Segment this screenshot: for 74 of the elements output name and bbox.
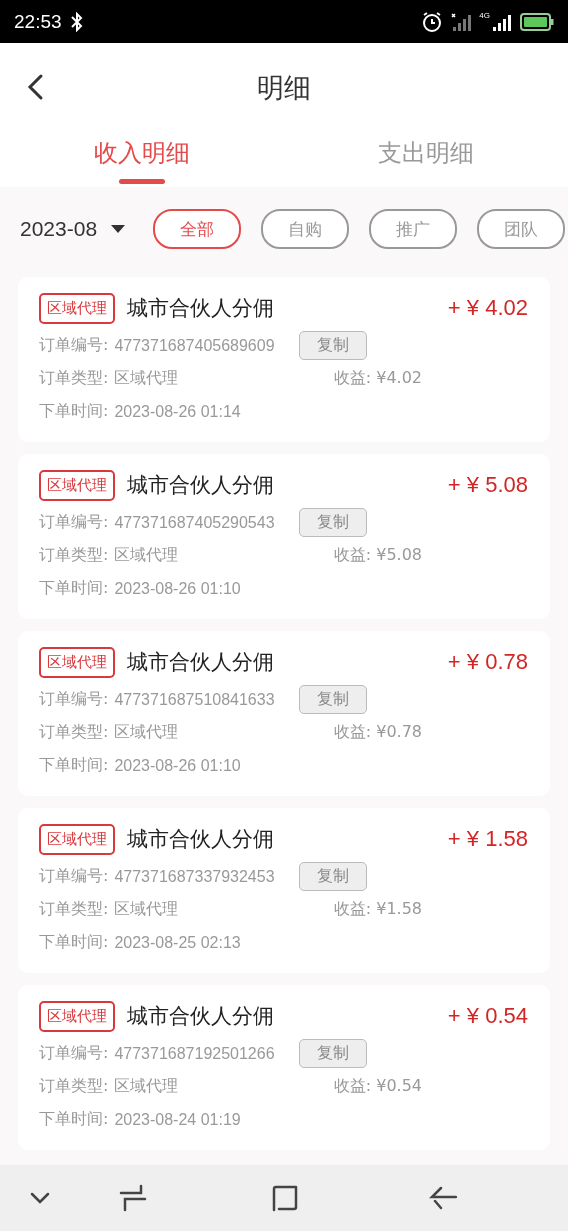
month-picker[interactable]: 2023-08 (20, 217, 126, 241)
copy-button[interactable]: 复制 (298, 862, 367, 891)
battery-icon (520, 12, 554, 31)
field-label: 订单编号: (39, 689, 109, 710)
field-label: 订单编号: (39, 512, 109, 533)
bluetooth-icon (69, 11, 84, 32)
caret-icon (111, 225, 126, 233)
field-label: 下单时间: (39, 932, 109, 953)
field-label: 订单编号: (39, 866, 109, 887)
copy-button[interactable]: 复制 (298, 1039, 367, 1068)
order-time: 2023-08-26 01:10 (114, 579, 241, 598)
alarm-icon (421, 10, 444, 33)
recents-icon[interactable] (118, 1184, 147, 1212)
order-type: 区域代理 (114, 368, 179, 389)
record-title: 城市合伙人分佣 (127, 472, 275, 499)
field-label: 订单类型: (39, 368, 109, 389)
record-amount: + ¥ 0.54 (447, 1003, 528, 1029)
order-number: 477371687337932453 (114, 867, 275, 886)
field-label: 订单类型: (39, 1076, 109, 1097)
record-title: 城市合伙人分佣 (127, 826, 275, 853)
type-tag: 区域代理 (39, 1000, 115, 1032)
copy-button[interactable]: 复制 (298, 331, 367, 360)
record-amount: + ¥ 5.08 (447, 472, 528, 498)
type-tag: 区域代理 (39, 469, 115, 501)
income-value: 收益: ¥0.78 (333, 722, 422, 743)
order-type: 区域代理 (114, 545, 179, 566)
filter-chip[interactable]: 推广 (369, 209, 458, 249)
record-title: 城市合伙人分佣 (127, 295, 275, 322)
field-label: 订单类型: (39, 722, 109, 743)
home-icon[interactable] (271, 1184, 299, 1212)
order-time: 2023-08-24 01:19 (114, 1110, 241, 1129)
field-label: 订单类型: (39, 899, 109, 920)
type-tag: 区域代理 (39, 292, 115, 324)
order-time: 2023-08-26 01:10 (114, 756, 241, 775)
record-amount: + ¥ 4.02 (447, 295, 528, 321)
field-label: 下单时间: (39, 401, 109, 422)
order-time: 2023-08-25 02:13 (114, 933, 241, 952)
copy-button[interactable]: 复制 (298, 508, 367, 537)
record-amount: + ¥ 0.78 (447, 649, 528, 675)
order-type: 区域代理 (114, 899, 179, 920)
order-number: 477371687405689609 (114, 336, 275, 355)
income-value: 收益: ¥1.58 (333, 899, 422, 920)
order-type: 区域代理 (114, 722, 179, 743)
record-title: 城市合伙人分佣 (127, 649, 275, 676)
record-amount: + ¥ 1.58 (447, 826, 528, 852)
back-icon[interactable] (428, 1185, 457, 1211)
field-label: 下单时间: (39, 578, 109, 599)
signal-icon (451, 11, 472, 32)
filter-chip[interactable]: 自购 (261, 209, 350, 249)
page-title: 明细 (257, 71, 311, 105)
income-value: 收益: ¥0.54 (333, 1076, 422, 1097)
field-label: 订单类型: (39, 545, 109, 566)
network-type: 4G (479, 11, 490, 20)
income-value: 收益: ¥5.08 (333, 545, 422, 566)
field-label: 下单时间: (39, 755, 109, 776)
field-label: 下单时间: (39, 1109, 109, 1130)
tab[interactable]: 支出明细 (378, 137, 474, 169)
status-time: 22:53 (14, 10, 62, 33)
order-time: 2023-08-26 01:14 (114, 402, 241, 421)
order-number: 477371687192501266 (114, 1044, 275, 1063)
chevron-down-icon[interactable] (30, 1192, 50, 1204)
copy-button[interactable]: 复制 (298, 685, 367, 714)
order-type: 区域代理 (114, 1076, 179, 1097)
field-label: 订单编号: (39, 335, 109, 356)
type-tag: 区域代理 (39, 823, 115, 855)
type-tag: 区域代理 (39, 646, 115, 678)
tab[interactable]: 收入明细 (94, 137, 190, 169)
order-number: 477371687405290543 (114, 513, 275, 532)
order-number: 477371687510841633 (114, 690, 275, 709)
record-title: 城市合伙人分佣 (127, 1003, 275, 1030)
income-value: 收益: ¥4.02 (333, 368, 422, 389)
filter-chip[interactable]: 团队 (477, 209, 566, 249)
field-label: 订单编号: (39, 1043, 109, 1064)
filter-chip[interactable]: 全部 (153, 209, 242, 249)
